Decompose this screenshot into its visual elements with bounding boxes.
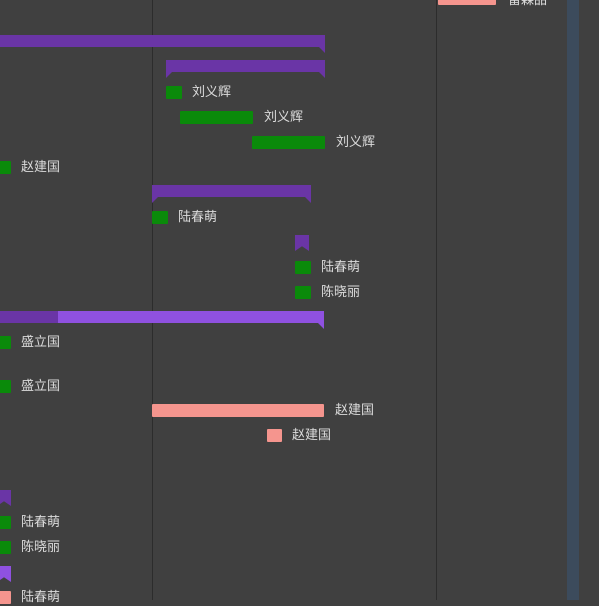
milestone-flag-icon[interactable] — [0, 566, 11, 582]
gantt-task-bar[interactable] — [0, 380, 11, 393]
gantt-task-bar[interactable] — [0, 516, 11, 529]
gantt-chart-area: 雷森品 刘义辉 刘义辉 刘义辉 赵建国 陆春萌 陆春萌 陈晓丽 盛立国 盛立国 … — [0, 0, 599, 605]
task-assignee-label: 赵建国 — [292, 428, 332, 443]
grid-line — [436, 0, 437, 600]
gantt-task-bar[interactable] — [0, 541, 11, 554]
gantt-task-bar[interactable] — [152, 211, 168, 224]
gantt-task-bar[interactable] — [0, 336, 11, 349]
gantt-task-bar[interactable] — [438, 0, 496, 5]
task-assignee-label: 刘义辉 — [336, 135, 376, 150]
milestone-flag-icon[interactable] — [0, 490, 11, 506]
task-assignee-label: 刘义辉 — [264, 110, 304, 125]
gantt-summary-bar[interactable] — [166, 60, 325, 78]
summary-progress-fill — [0, 311, 58, 323]
gantt-task-bar[interactable] — [295, 261, 311, 274]
gantt-task-bar[interactable] — [267, 429, 282, 442]
gantt-task-bar[interactable] — [152, 404, 324, 417]
gantt-summary-bar[interactable] — [0, 35, 325, 53]
task-assignee-label: 盛立国 — [21, 379, 61, 394]
gantt-task-bar[interactable] — [252, 136, 325, 149]
task-assignee-label: 赵建国 — [21, 160, 61, 175]
task-assignee-label: 雷森品 — [508, 0, 548, 8]
timeline-side-column[interactable] — [567, 0, 579, 600]
task-assignee-label: 刘义辉 — [192, 85, 232, 100]
gantt-task-bar[interactable] — [166, 86, 182, 99]
task-assignee-label: 陆春萌 — [178, 210, 218, 225]
task-assignee-label: 陈晓丽 — [321, 285, 361, 300]
milestone-flag-icon[interactable] — [295, 235, 309, 251]
task-assignee-label: 陆春萌 — [21, 515, 61, 530]
task-assignee-label: 赵建国 — [335, 403, 375, 418]
gantt-task-bar[interactable] — [180, 111, 253, 124]
task-assignee-label: 陈晓丽 — [21, 540, 61, 555]
gantt-task-bar[interactable] — [0, 591, 11, 604]
task-assignee-label: 陆春萌 — [321, 260, 361, 275]
task-assignee-label: 陆春萌 — [21, 590, 61, 605]
task-assignee-label: 盛立国 — [21, 335, 61, 350]
gantt-summary-bar[interactable] — [0, 311, 324, 329]
gantt-task-bar[interactable] — [295, 286, 311, 299]
gantt-task-bar[interactable] — [0, 161, 11, 174]
grid-line — [152, 0, 153, 600]
gantt-summary-bar[interactable] — [152, 185, 311, 203]
